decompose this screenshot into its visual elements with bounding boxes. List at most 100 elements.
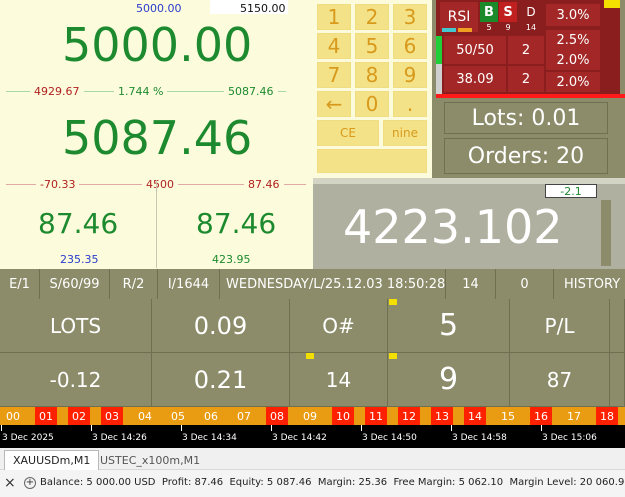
hour-16[interactable]: 16 — [530, 407, 552, 425]
key-9[interactable]: 9 — [393, 62, 427, 88]
info-bar: E/1 S/60/99 R/2 I/1644 WEDNESDAY/L/25.12… — [0, 269, 625, 299]
tick-4 — [271, 425, 272, 431]
hour-13[interactable]: 13 — [431, 407, 453, 425]
tick-5 — [361, 425, 362, 431]
hour-14[interactable]: 14 — [464, 407, 486, 425]
keypad: 1 2 3 4 5 6 7 8 9 ← 0 . CE nine — [313, 0, 432, 178]
key-4[interactable]: 4 — [317, 33, 351, 59]
price-button[interactable]: 38.09 — [444, 66, 506, 92]
hour-02[interactable]: 02 — [68, 407, 90, 425]
row2-left: 4929.67 — [30, 85, 84, 98]
price-panel: 5000.00 5150.00 5000.00 4929.67 1.744 % … — [0, 0, 313, 269]
hour-09[interactable]: 09 — [299, 407, 321, 425]
tick-7 — [541, 425, 542, 431]
hour-01[interactable]: 01 — [35, 407, 57, 425]
second-value: 5087.46 — [62, 111, 253, 165]
key-dot[interactable]: . — [393, 91, 427, 117]
info-date-text: WEDNESDAY/L/25.12.03 18:50:28 — [226, 276, 446, 292]
time-label-6: 3 Dec 14:58 — [452, 433, 507, 443]
key-backspace[interactable]: ← — [317, 91, 351, 117]
hour-03[interactable]: 03 — [101, 407, 123, 425]
lots-value: 0.09 — [152, 299, 290, 353]
small-value-box: -2.1 — [545, 184, 597, 198]
red-baseline — [436, 94, 625, 98]
nine-button[interactable]: nine — [383, 120, 427, 146]
hour-07[interactable]: 07 — [233, 407, 255, 425]
tab-ustec[interactable]: USTEC_x100m,M1 — [92, 450, 208, 470]
ratio-button[interactable]: 50/50 — [444, 36, 506, 64]
key-0[interactable]: 0 — [355, 91, 389, 117]
bottom-right-value: 87.46 — [196, 207, 277, 240]
row3-left: -70.33 — [36, 178, 80, 191]
pct-2[interactable]: 2.5% — [546, 30, 600, 50]
pct-4[interactable]: 2.0% — [546, 72, 600, 92]
pct-3[interactable]: 2.0% — [546, 50, 600, 70]
key-2[interactable]: 2 — [355, 4, 389, 30]
info-s[interactable]: S/60/99 — [40, 269, 110, 299]
hour-08[interactable]: 08 — [266, 407, 288, 425]
row3-right: 87.46 — [244, 178, 284, 191]
bottom-left-value: 87.46 — [38, 207, 119, 240]
right-top-panel: RSI B S D 5 9 14 3.0% 2.5% 2.0% 2.0% 50/… — [432, 0, 625, 178]
expand-icon[interactable]: + — [24, 477, 36, 489]
hour-10[interactable]: 10 — [332, 407, 354, 425]
marker-2 — [306, 353, 314, 359]
b-button[interactable]: B — [480, 2, 498, 22]
hour-17[interactable]: 17 — [563, 407, 585, 425]
readout-side-bar — [601, 200, 611, 266]
info-e[interactable]: E/1 — [0, 269, 40, 299]
readout-panel: -2.1 4223.102 — [313, 178, 625, 269]
key-5[interactable]: 5 — [355, 33, 389, 59]
hour-05[interactable]: 05 — [167, 407, 189, 425]
hour-06[interactable]: 06 — [200, 407, 222, 425]
key-3[interactable]: 3 — [393, 4, 427, 30]
rsi-indicator-2 — [458, 28, 472, 32]
time-label-1: 3 Dec 2025 — [2, 433, 54, 443]
yellow-corner — [604, 0, 620, 8]
ce-button[interactable]: CE — [317, 120, 379, 146]
hour-00[interactable]: 00 — [2, 407, 24, 425]
lots-label: LOTS — [0, 299, 152, 353]
big-readout: 4223.102 — [343, 200, 563, 254]
marker-3 — [389, 353, 397, 359]
key-6[interactable]: 6 — [393, 33, 427, 59]
row2-mid: 1.744 % — [114, 85, 168, 98]
history-button[interactable]: HISTORY — [554, 269, 625, 299]
lots-delta: -0.12 — [0, 353, 152, 407]
key-8[interactable]: 8 — [355, 62, 389, 88]
info-i[interactable]: I/1644 — [158, 269, 220, 299]
info-r[interactable]: R/2 — [110, 269, 158, 299]
hour-18[interactable]: 18 — [596, 407, 618, 425]
time-axis: 3 Dec 2025 3 Dec 14:26 3 Dec 14:34 3 Dec… — [0, 425, 625, 448]
hour-11[interactable]: 11 — [365, 407, 387, 425]
s-sub: 9 — [499, 22, 517, 32]
tick-1 — [1, 425, 2, 431]
order-count-value: 5 — [388, 299, 510, 353]
row2-right: 5087.46 — [224, 85, 278, 98]
tab-xauusd[interactable]: XAUUSDm,M1 — [4, 450, 100, 470]
top-right-value: 5150.00 — [240, 2, 286, 15]
key-7[interactable]: 7 — [317, 62, 351, 88]
d-sub: 14 — [518, 22, 544, 32]
marker-1 — [389, 299, 397, 305]
keypad-spare-button[interactable] — [317, 149, 427, 173]
hour-04[interactable]: 04 — [134, 407, 156, 425]
status-bar: × + Balance: 5 000.00 USD Profit: 87.46 … — [0, 470, 625, 497]
time-label-2: 3 Dec 14:26 — [92, 433, 147, 443]
rsi-indicator — [442, 28, 456, 32]
bottom-divider — [156, 180, 157, 268]
time-label-7: 3 Dec 15:06 — [542, 433, 597, 443]
d-button[interactable]: D — [518, 2, 544, 22]
ratio-multiplier[interactable]: 2 — [508, 36, 544, 64]
info-count-1: 14 — [446, 269, 496, 299]
key-1[interactable]: 1 — [317, 4, 351, 30]
time-label-3: 3 Dec 14:34 — [182, 433, 237, 443]
close-button[interactable]: × — [4, 475, 16, 491]
hour-15[interactable]: 15 — [497, 407, 519, 425]
s-button[interactable]: S — [499, 2, 517, 22]
price-multiplier[interactable]: 2 — [508, 66, 544, 92]
hour-12[interactable]: 12 — [398, 407, 420, 425]
main-value: 5000.00 — [62, 18, 253, 72]
pct-1[interactable]: 3.0% — [546, 4, 600, 26]
orders-display: Orders: 20 — [444, 138, 608, 174]
